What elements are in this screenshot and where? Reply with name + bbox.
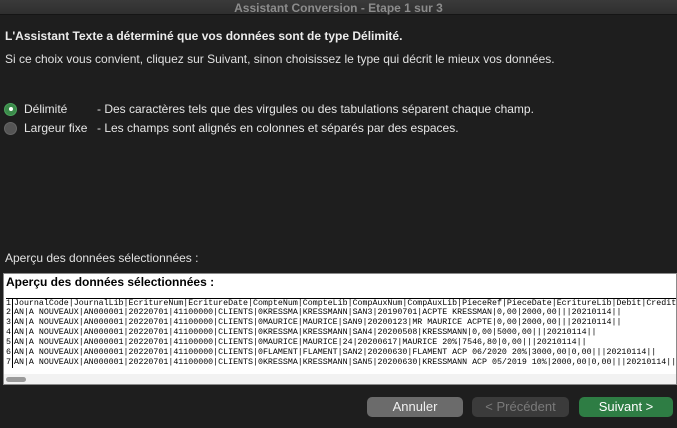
row-text: AN|A NOUVEAUX|AN000001|20220701|41100000…	[14, 338, 587, 347]
preview-row: 3 AN|A NOUVEAUX|AN000001|20220701|411000…	[6, 318, 676, 328]
row-number: 7	[6, 358, 13, 368]
row-number: 1	[6, 299, 13, 308]
row-text: AN|A NOUVEAUX|AN000001|20220701|41100000…	[14, 348, 657, 357]
window-titlebar: Assistant Conversion - Etape 1 sur 3	[0, 0, 677, 15]
intro-heading: L'Assistant Texte a déterminé que vos do…	[5, 29, 403, 43]
option-fixed-width-label[interactable]: Largeur fixe	[24, 121, 97, 135]
option-delimited[interactable]: Délimité - Des caractères tels que des v…	[4, 101, 534, 117]
row-text: JournalCode|JournalLib|EcritureNum|Ecrit…	[14, 299, 677, 308]
next-button[interactable]: Suivant >	[579, 397, 673, 417]
window-title: Assistant Conversion - Etape 1 sur 3	[234, 1, 443, 15]
row-text: AN|A NOUVEAUX|AN000001|20220701|41100000…	[14, 358, 677, 367]
preview-row: 5 AN|A NOUVEAUX|AN000001|20220701|411000…	[6, 338, 676, 348]
preview-title: Aperçu des données sélectionnées :	[6, 275, 215, 289]
row-text: AN|A NOUVEAUX|AN000001|20220701|41100000…	[14, 328, 597, 337]
preview-caption: Aperçu des données sélectionnées :	[5, 251, 199, 265]
row-number: 6	[6, 348, 13, 358]
preview-row: 2 AN|A NOUVEAUX|AN000001|20220701|411000…	[6, 308, 676, 318]
preview-row: 1 JournalCode|JournalLib|EcritureNum|Ecr…	[6, 298, 677, 308]
preview-grid: 1 JournalCode|JournalLib|EcritureNum|Ecr…	[6, 298, 677, 368]
row-number: 3	[6, 318, 13, 328]
radio-delimited[interactable]	[4, 102, 17, 116]
option-delimited-description: - Des caractères tels que des virgules o…	[97, 102, 534, 116]
preview-row: 4 AN|A NOUVEAUX|AN000001|20220701|411000…	[6, 328, 676, 338]
option-fixed-width-description: - Les champs sont alignés en colonnes et…	[97, 121, 459, 135]
option-delimited-label[interactable]: Délimité	[24, 102, 97, 116]
radio-fixed-width[interactable]	[4, 121, 17, 135]
row-number: 2	[6, 308, 13, 318]
data-preview-panel[interactable]: Aperçu des données sélectionnées : 1 Jou…	[3, 273, 677, 385]
preview-row: 6 AN|A NOUVEAUX|AN000001|20220701|411000…	[6, 348, 676, 358]
previous-button[interactable]: < Précédent	[472, 397, 569, 417]
scrollbar-thumb[interactable]	[6, 377, 26, 382]
row-number: 4	[6, 328, 13, 338]
row-number: 5	[6, 338, 13, 348]
cancel-button[interactable]: Annuler	[367, 397, 463, 417]
intro-instructions: Si ce choix vous convient, cliquez sur S…	[5, 52, 555, 66]
option-fixed-width[interactable]: Largeur fixe - Les champs sont alignés e…	[4, 120, 459, 136]
row-text: AN|A NOUVEAUX|AN000001|20220701|41100000…	[14, 308, 622, 317]
preview-row: 7 AN|A NOUVEAUX|AN000001|20220701|411000…	[6, 358, 677, 368]
row-text: AN|A NOUVEAUX|AN000001|20220701|41100000…	[14, 318, 622, 327]
horizontal-scrollbar[interactable]	[4, 374, 676, 384]
